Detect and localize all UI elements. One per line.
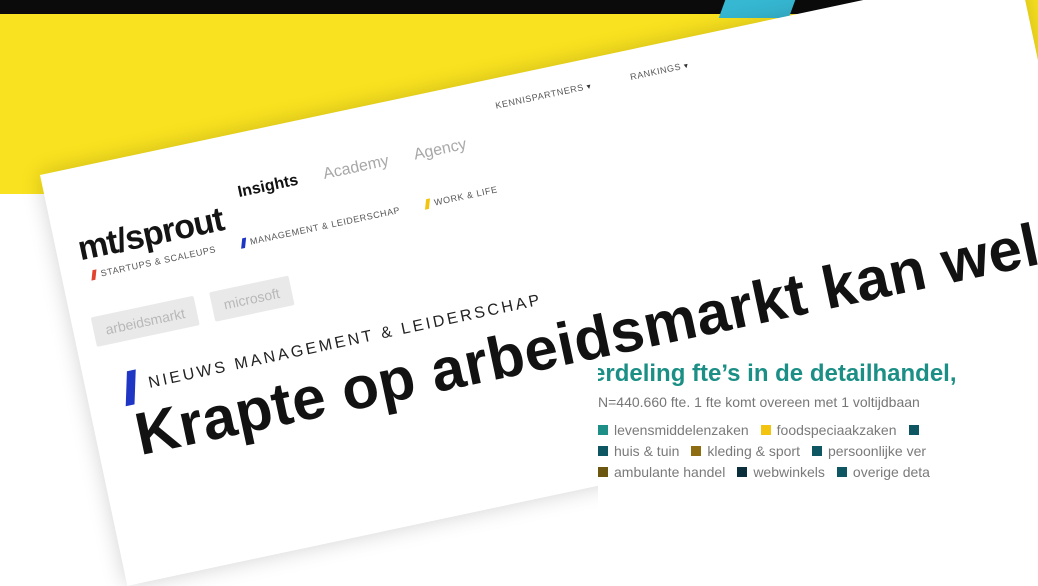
- legend-item: webwinkels: [737, 464, 825, 480]
- legend-swatch: [598, 467, 608, 477]
- nav-rankings-label: RANKINGS: [629, 61, 682, 83]
- legend-swatch: [691, 446, 702, 456]
- legend-swatch: [908, 425, 919, 435]
- legend-label: ambulante handel: [614, 464, 726, 480]
- legend-item: kleding & sport: [691, 443, 800, 459]
- chart-snippet: erdeling fte’s in de detailhandel, N=440…: [598, 360, 1038, 539]
- article-tags: arbeidsmarkt microsoft: [90, 275, 295, 347]
- legend-row: huis & tuin kleding & sport persoonlijke…: [598, 443, 1038, 459]
- category-label: MANAGEMENT & LEIDERSCHAP: [249, 205, 402, 247]
- category-work-life[interactable]: WORK & LIFE: [424, 184, 499, 210]
- legend-label: foodspeciaakzaken: [776, 422, 897, 438]
- nav-kennispartners[interactable]: KENNISPARTNERS▾: [495, 81, 593, 111]
- category-marker-icon: [240, 237, 246, 249]
- nav-insights[interactable]: Insights: [236, 172, 300, 202]
- chart-subtitle: N=440.660 fte. 1 fte komt overeen met 1 …: [598, 394, 920, 410]
- legend-label: huis & tuin: [614, 443, 680, 459]
- legend-label: persoonlijke ver: [827, 443, 927, 459]
- legend-swatch: [598, 446, 608, 456]
- legend-label: webwinkels: [753, 464, 825, 480]
- legend-swatch: [811, 446, 822, 456]
- legend-label: overige deta: [852, 464, 930, 480]
- chart-title: erdeling fte’s in de detailhandel,: [598, 360, 957, 387]
- category-label: WORK & LIFE: [433, 184, 499, 208]
- legend-item: [908, 422, 925, 438]
- category-marker-icon: [424, 198, 430, 210]
- legend-item: persoonlijke ver: [811, 443, 927, 459]
- nav-agency[interactable]: Agency: [412, 136, 468, 165]
- tag-microsoft[interactable]: microsoft: [209, 275, 295, 322]
- nav-academy[interactable]: Academy: [322, 152, 391, 183]
- category-marker-icon: [91, 269, 97, 281]
- legend-swatch: [760, 425, 771, 435]
- chevron-down-icon: ▾: [683, 60, 690, 71]
- cyan-corner-shape: [718, 0, 796, 18]
- chevron-down-icon: ▾: [585, 81, 593, 92]
- legend-item: levensmiddelenzaken: [598, 422, 749, 438]
- legend-item: foodspeciaakzaken: [760, 422, 897, 438]
- legend-swatch: [836, 467, 847, 477]
- legend-item: overige deta: [836, 464, 930, 480]
- legend-row: ambulante handel webwinkels overige deta: [598, 464, 1038, 480]
- chart-legend: levensmiddelenzaken foodspeciaakzaken hu…: [598, 422, 1038, 480]
- legend-item: ambulante handel: [598, 464, 725, 480]
- legend-swatch: [737, 467, 748, 477]
- tag-arbeidsmarkt[interactable]: arbeidsmarkt: [90, 295, 200, 347]
- legend-row: levensmiddelenzaken foodspeciaakzaken: [598, 422, 1038, 438]
- legend-label: levensmiddelenzaken: [614, 422, 749, 438]
- legend-item: huis & tuin: [598, 443, 679, 459]
- legend-label: kleding & sport: [707, 443, 800, 459]
- nav-kennispartners-label: KENNISPARTNERS: [494, 82, 585, 111]
- main-nav: Insights Academy Agency: [236, 136, 468, 202]
- category-management-leiderschap[interactable]: MANAGEMENT & LEIDERSCHAP: [240, 205, 401, 249]
- nav-rankings[interactable]: RANKINGS▾: [629, 60, 689, 82]
- legend-swatch: [598, 425, 608, 435]
